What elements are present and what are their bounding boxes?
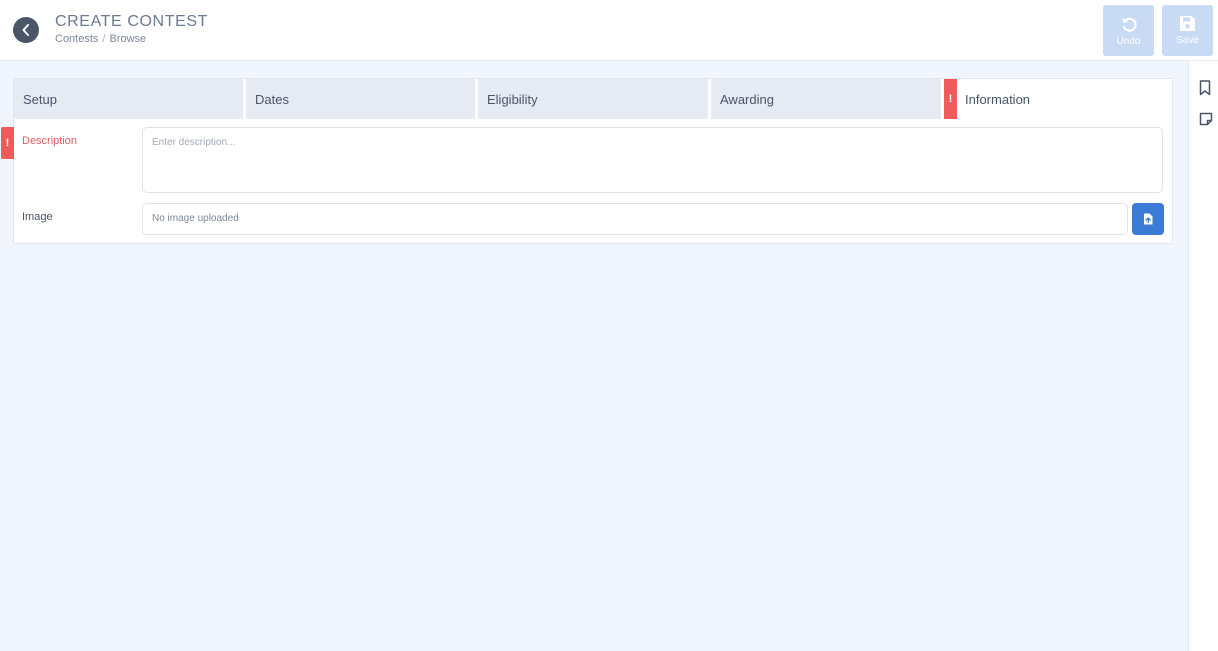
file-upload-icon bbox=[1144, 213, 1153, 225]
tab-label: Eligibility bbox=[487, 91, 538, 107]
page-title: CREATE CONTEST bbox=[55, 13, 209, 30]
right-toolbar bbox=[1188, 61, 1218, 651]
tab-bar: Setup Dates Eligibility Awarding ! Infor… bbox=[14, 79, 1172, 119]
description-label: Description bbox=[22, 135, 78, 147]
undo-button[interactable]: Undo bbox=[1103, 5, 1154, 56]
breadcrumb-item-contests[interactable]: Contests bbox=[55, 33, 98, 45]
bookmark-button[interactable] bbox=[1199, 80, 1211, 101]
tab-label: Setup bbox=[23, 91, 57, 107]
tab-awarding[interactable]: Awarding bbox=[711, 79, 941, 119]
chevron-left-icon bbox=[22, 24, 29, 36]
floppy-disk-icon bbox=[1180, 16, 1195, 31]
tab-eligibility[interactable]: Eligibility bbox=[478, 79, 708, 119]
breadcrumb-separator: / bbox=[102, 33, 106, 45]
tab-information[interactable]: ! Information bbox=[944, 79, 1172, 119]
tab-dates[interactable]: Dates bbox=[246, 79, 475, 119]
upload-image-button[interactable] bbox=[1132, 203, 1164, 235]
note-button[interactable] bbox=[1199, 112, 1213, 131]
image-label: Image bbox=[22, 211, 53, 223]
description-error-indicator: ! bbox=[1, 127, 14, 159]
description-input[interactable] bbox=[142, 127, 1163, 193]
undo-label: Undo bbox=[1116, 35, 1141, 47]
sticky-note-icon bbox=[1199, 112, 1213, 126]
back-button[interactable] bbox=[13, 17, 39, 43]
save-button[interactable]: Save bbox=[1162, 5, 1213, 56]
breadcrumb: Contests / Browse bbox=[55, 33, 146, 45]
tab-label: Dates bbox=[255, 91, 289, 107]
bookmark-icon bbox=[1199, 80, 1211, 96]
undo-icon bbox=[1122, 17, 1137, 32]
page-header: CREATE CONTEST Contests / Browse Undo Save bbox=[0, 0, 1218, 61]
tab-error-indicator: ! bbox=[944, 79, 957, 119]
breadcrumb-item-browse[interactable]: Browse bbox=[109, 33, 146, 45]
tab-label: Information bbox=[965, 91, 1031, 107]
tab-setup[interactable]: Setup bbox=[14, 79, 243, 119]
image-field: No image uploaded bbox=[142, 203, 1128, 235]
tab-label: Awarding bbox=[720, 91, 774, 107]
save-label: Save bbox=[1176, 35, 1199, 46]
